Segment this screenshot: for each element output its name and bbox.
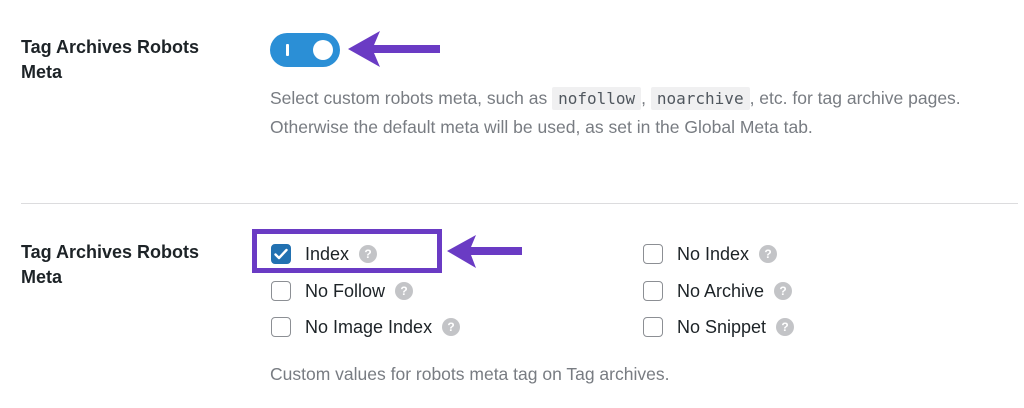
checkbox-no-index[interactable] bbox=[643, 244, 663, 264]
help-icon[interactable]: ? bbox=[442, 318, 461, 336]
option-label: No Index bbox=[677, 243, 750, 264]
option-no-follow[interactable]: No Follow ? bbox=[271, 278, 414, 304]
options-description: Custom values for robots meta tag on Tag… bbox=[270, 364, 670, 384]
option-no-image-index[interactable]: No Image Index ? bbox=[271, 314, 461, 340]
code-noarchive: noarchive bbox=[650, 87, 750, 110]
help-icon[interactable]: ? bbox=[395, 282, 414, 300]
option-label: No Archive bbox=[677, 280, 765, 301]
annotation-arrow-icon bbox=[348, 31, 440, 67]
help-icon[interactable]: ? bbox=[759, 245, 778, 263]
checkbox-no-snippet[interactable] bbox=[643, 317, 663, 337]
checkbox-no-follow[interactable] bbox=[271, 281, 291, 301]
toggle-on-indicator bbox=[286, 44, 289, 56]
toggle-knob bbox=[313, 40, 333, 60]
option-label: No Follow bbox=[305, 280, 386, 301]
checkbox-no-archive[interactable] bbox=[643, 281, 663, 301]
option-label: No Image Index bbox=[305, 316, 433, 337]
annotation-highlight-box bbox=[252, 229, 442, 273]
help-icon[interactable]: ? bbox=[774, 282, 793, 300]
setting-label-tag-archives-robots-meta-options: Tag Archives Robots Meta bbox=[21, 242, 200, 287]
setting-label-tag-archives-robots-meta-toggle: Tag Archives Robots Meta bbox=[21, 37, 200, 82]
section-divider bbox=[21, 203, 1018, 204]
toggle-description: Select custom robots meta, such as nofol… bbox=[270, 87, 961, 137]
help-icon[interactable]: ? bbox=[776, 318, 795, 336]
option-no-index[interactable]: No Index ? bbox=[643, 241, 778, 267]
annotation-arrow-icon bbox=[447, 235, 522, 268]
option-no-snippet[interactable]: No Snippet ? bbox=[643, 314, 795, 340]
code-nofollow: nofollow bbox=[552, 87, 642, 110]
option-no-archive[interactable]: No Archive ? bbox=[643, 278, 793, 304]
option-label: No Snippet bbox=[677, 316, 767, 337]
settings-panel: Tag Archives Robots Meta Select custom r… bbox=[0, 0, 1024, 408]
robots-meta-toggle[interactable] bbox=[270, 33, 340, 67]
checkbox-no-image-index[interactable] bbox=[271, 317, 291, 337]
